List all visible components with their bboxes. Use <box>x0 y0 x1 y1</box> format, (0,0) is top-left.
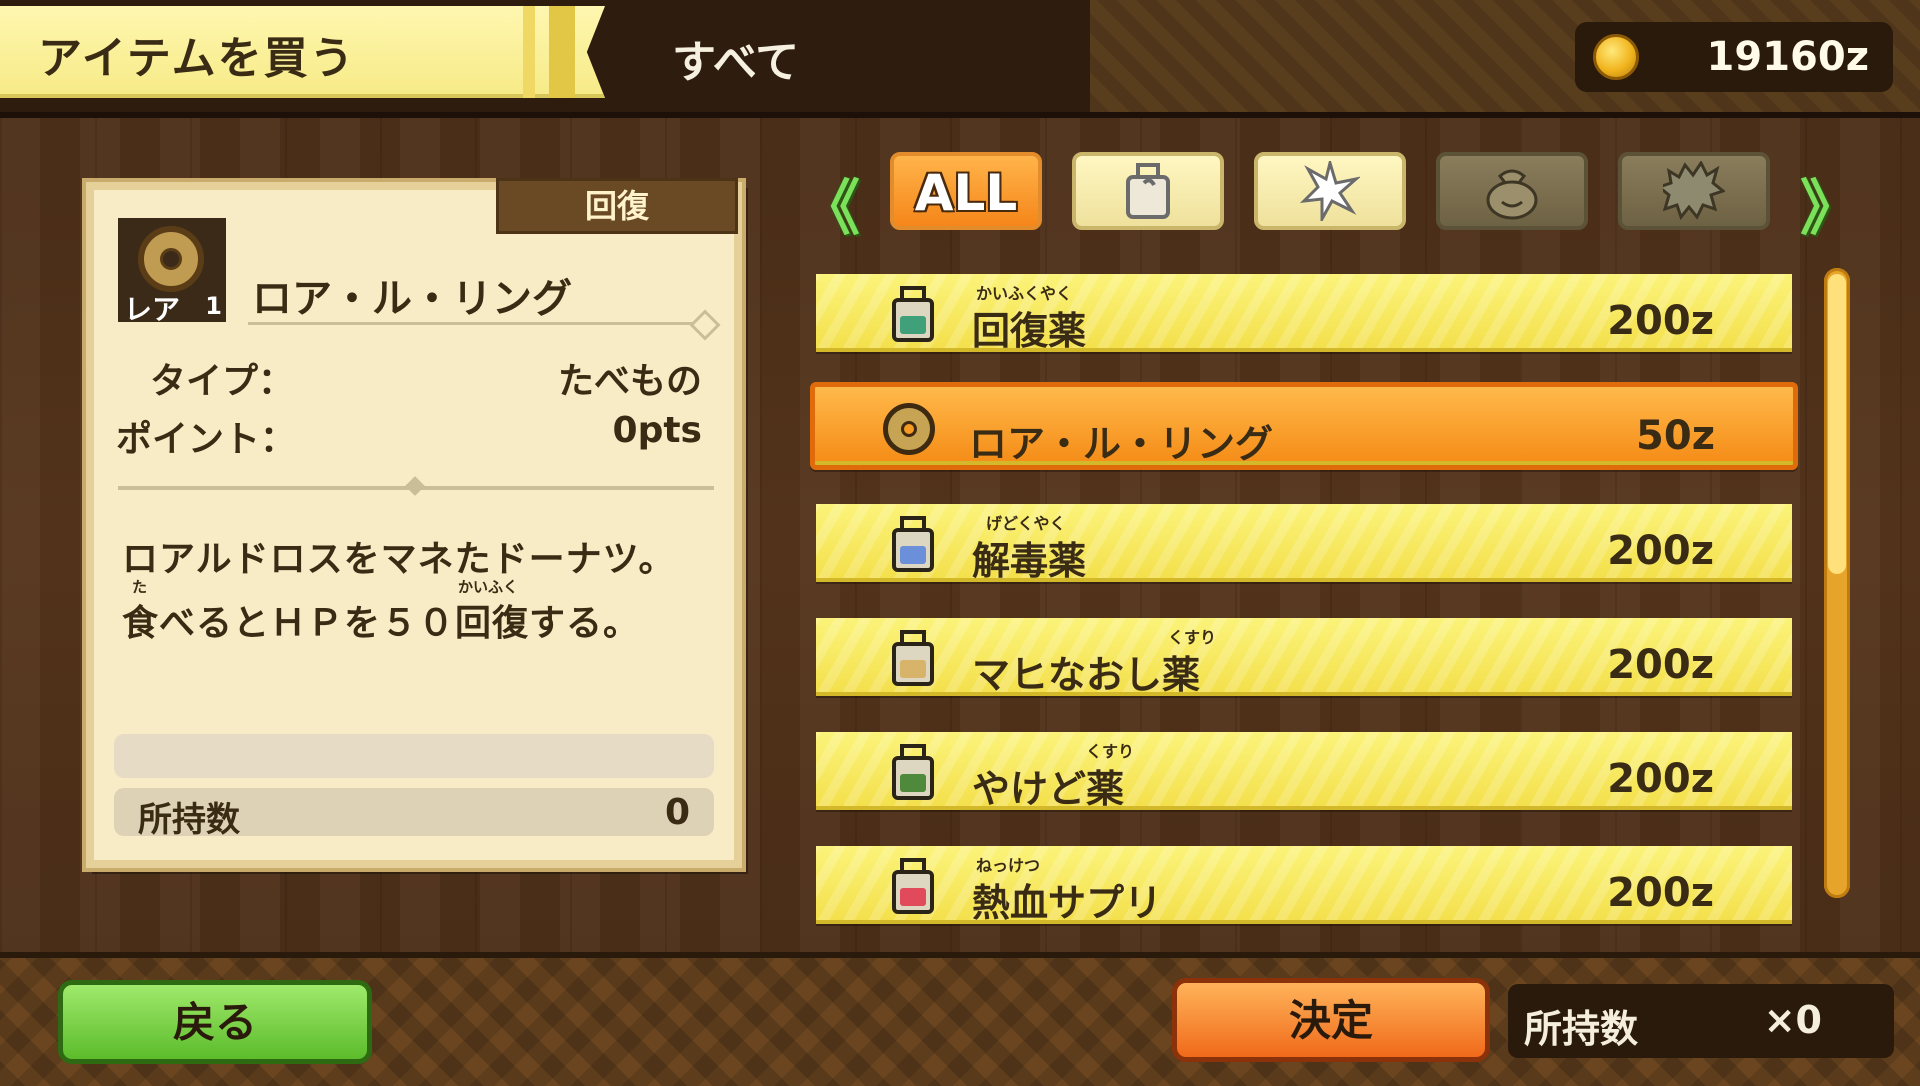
owned-footer-label: 所持数 <box>1524 1007 1639 1051</box>
item-price: 200z <box>1607 298 1714 344</box>
item-name: 解毒薬 <box>972 539 1087 583</box>
potion-tan-icon <box>892 630 934 686</box>
empty-bar <box>114 734 714 778</box>
potion-body <box>892 298 934 342</box>
category-tag: 回復 <box>496 178 738 234</box>
rarity-label: レア <box>124 293 181 326</box>
tab-potions[interactable] <box>1072 152 1224 230</box>
ring-icon <box>883 403 935 455</box>
potion-blue-icon <box>892 516 934 572</box>
item-name: ロア・ル・リング <box>969 422 1274 466</box>
shop-item-row[interactable]: くすり やけど薬 200z <box>816 732 1792 811</box>
money-display: 19160z <box>1575 22 1893 92</box>
description-line-2: 食べるとＨＰを５０回復する。 <box>122 603 641 644</box>
scrollbar-thumb[interactable] <box>1828 274 1846 574</box>
potion-liquid <box>900 316 926 334</box>
item-price: 200z <box>1607 756 1714 802</box>
description-line-1: ロアルドロスをマネたドーナツ。 <box>122 539 676 580</box>
coin-icon <box>1593 34 1639 80</box>
tab-all-label: ALL <box>914 164 1018 222</box>
owned-label: 所持数 <box>138 800 240 840</box>
potion-body <box>892 870 934 914</box>
item-price: 50z <box>1636 413 1715 459</box>
banner-stripe <box>549 6 575 98</box>
shop-item-row[interactable]: げどくやく 解毒薬 200z <box>816 504 1792 583</box>
owned-count-bar: 所持数 0 <box>114 788 714 840</box>
type-label: タイプ： <box>150 361 295 402</box>
rarity-value: 1 <box>205 292 222 320</box>
sparkle-icon <box>1300 161 1360 221</box>
potion-liquid <box>900 660 926 678</box>
item-price: 200z <box>1607 642 1714 688</box>
potion-icon <box>1126 163 1170 219</box>
potion-body <box>892 528 934 572</box>
shop-item-row-selected[interactable]: ロア・ル・リング 50z <box>810 382 1798 470</box>
potion-body <box>892 642 934 686</box>
type-value: たべもの <box>557 361 702 402</box>
shop-item-row[interactable]: ねっけつ 熱血サプリ 200z <box>816 846 1792 925</box>
item-name: ロア・ル・リング <box>252 276 572 322</box>
item-name: 回復薬 <box>972 309 1087 353</box>
item-price: 200z <box>1607 528 1714 574</box>
shop-item-row[interactable]: かいふくやく 回復薬 200z <box>816 274 1792 353</box>
money-amount: 19160z <box>1706 34 1869 80</box>
potion-liquid <box>900 774 926 792</box>
tab-monster-parts[interactable] <box>1618 152 1770 230</box>
back-button[interactable]: 戻る <box>58 980 372 1064</box>
page-title: アイテムを買う <box>38 33 356 84</box>
owned-value: 0 <box>664 792 690 833</box>
list-scrollbar[interactable] <box>1824 268 1850 898</box>
ring-icon <box>138 226 204 292</box>
tab-all[interactable]: ALL <box>890 152 1042 230</box>
item-price: 200z <box>1607 870 1714 916</box>
potion-green-icon <box>892 286 934 342</box>
bag-icon <box>1486 169 1538 220</box>
points-value: 0pts <box>612 410 702 451</box>
shop-item-row[interactable]: くすり マヒなおし薬 200z <box>816 618 1792 697</box>
next-category-arrow-icon[interactable]: 》 <box>1800 160 1860 247</box>
banner-stripe <box>523 6 535 98</box>
confirm-button[interactable]: 決定 <box>1172 978 1490 1062</box>
item-name: 熱血サプリ <box>972 881 1163 925</box>
potion-darkgreen-icon <box>892 744 934 800</box>
monster-icon <box>1663 161 1725 221</box>
owned-count-footer: 所持数 ×0 <box>1508 984 1894 1058</box>
tab-bags[interactable] <box>1436 152 1588 230</box>
points-label: ポイント： <box>116 419 297 460</box>
prev-category-arrow-icon[interactable]: 《 <box>800 160 860 247</box>
item-name: マヒなおし薬 <box>972 653 1201 697</box>
owned-footer-value: ×0 <box>1763 998 1822 1042</box>
potion-liquid <box>900 888 926 906</box>
item-icon-frame: レア 1 <box>118 218 226 326</box>
tab-materials[interactable] <box>1254 152 1406 230</box>
divider <box>248 322 698 325</box>
item-name: やけど薬 <box>972 767 1125 811</box>
potion-body <box>892 756 934 800</box>
potion-liquid <box>900 546 926 564</box>
potion-red-icon <box>892 858 934 914</box>
category-title: すべて <box>672 37 800 88</box>
